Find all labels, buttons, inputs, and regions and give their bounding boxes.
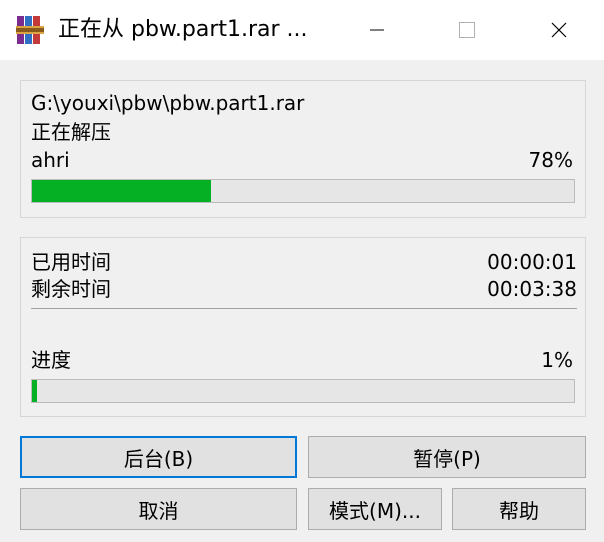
winrar-icon — [16, 16, 44, 44]
mode-button[interactable]: 模式(M)... — [308, 488, 442, 530]
file-percent: 78% — [528, 148, 573, 172]
close-button[interactable] — [536, 0, 582, 60]
maximize-button[interactable] — [444, 0, 490, 60]
help-button[interactable]: 帮助 — [452, 488, 586, 530]
file-info-group: G:\youxi\pbw\pbw.part1.rar 正在解压 ahri 78% — [20, 80, 586, 218]
elapsed-time-label: 已用时间 — [31, 250, 111, 274]
cancel-button[interactable]: 取消 — [20, 488, 297, 530]
current-file-name: ahri — [31, 148, 70, 172]
overall-percent: 1% — [541, 348, 573, 372]
window-title: 正在从 pbw.part1.rar ... — [58, 17, 308, 42]
timing-group: 已用时间 00:00:01 剩余时间 00:03:38 进度 1% — [20, 237, 586, 417]
minimize-button[interactable] — [354, 0, 400, 60]
overall-progress-fill — [32, 380, 38, 402]
remaining-time-value: 00:03:38 — [487, 277, 577, 301]
maximize-icon — [459, 22, 475, 38]
extract-status: 正在解压 — [31, 120, 111, 144]
remaining-time-label: 剩余时间 — [31, 277, 111, 301]
overall-progress-bar — [31, 379, 575, 403]
close-icon — [551, 22, 567, 38]
file-progress-fill — [32, 180, 211, 202]
extraction-dialog: 正在从 pbw.part1.rar ... G:\youxi\pbw\pbw.p… — [0, 0, 604, 542]
elapsed-time-value: 00:00:01 — [487, 250, 577, 274]
archive-path: G:\youxi\pbw\pbw.part1.rar — [31, 91, 305, 115]
background-button[interactable]: 后台(B) — [20, 436, 297, 478]
title-bar[interactable]: 正在从 pbw.part1.rar ... — [0, 0, 604, 60]
pause-button[interactable]: 暂停(P) — [308, 436, 586, 478]
progress-label: 进度 — [31, 348, 71, 372]
minimize-icon — [370, 29, 384, 31]
file-progress-bar — [31, 179, 575, 203]
divider — [31, 308, 577, 309]
